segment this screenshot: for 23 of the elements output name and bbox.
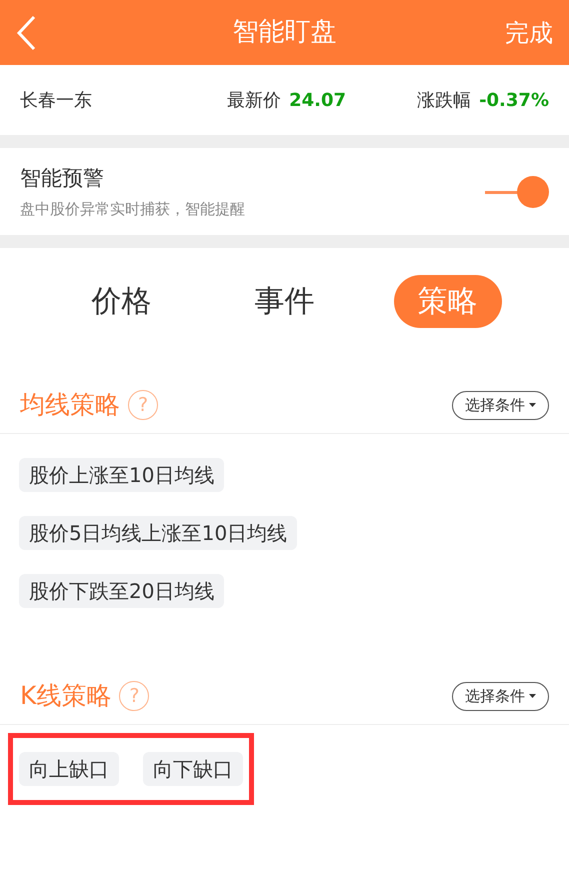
strategy-chip[interactable]: 向下缺口 <box>143 752 243 786</box>
change-label: 涨跌幅 <box>417 88 472 112</box>
alert-toggle[interactable] <box>485 174 549 208</box>
caret-icon <box>529 694 536 698</box>
strategy-chip[interactable]: 股价5日均线上涨至10日均线 <box>19 516 298 550</box>
section-title: K线策略 <box>20 680 112 712</box>
tab[interactable]: 事件 <box>230 275 338 328</box>
change-value: -0.37% <box>479 88 549 112</box>
filter-dropdown[interactable]: 选择条件 <box>452 682 549 710</box>
price-value: 24.07 <box>289 88 346 112</box>
alert-title: 智能预警 <box>20 164 105 192</box>
caret-icon <box>529 403 536 407</box>
filter-dropdown[interactable]: 选择条件 <box>452 390 549 420</box>
back-icon[interactable] <box>16 14 36 50</box>
strategy-chip[interactable]: 股价上涨至10日均线 <box>19 458 224 492</box>
page-title: 智能盯盘 <box>232 16 336 49</box>
strategy-chip[interactable]: 向上缺口 <box>19 752 119 786</box>
tab[interactable]: 价格 <box>68 275 176 328</box>
price-label: 最新价 <box>227 88 282 112</box>
strategy-chip[interactable]: 股价下跌至20日均线 <box>19 574 224 608</box>
section-title: 均线策略 <box>20 389 120 422</box>
stock-name: 长春一东 <box>20 88 92 112</box>
alert-subtitle: 盘中股价异常实时捕获，智能提醒 <box>20 199 245 220</box>
